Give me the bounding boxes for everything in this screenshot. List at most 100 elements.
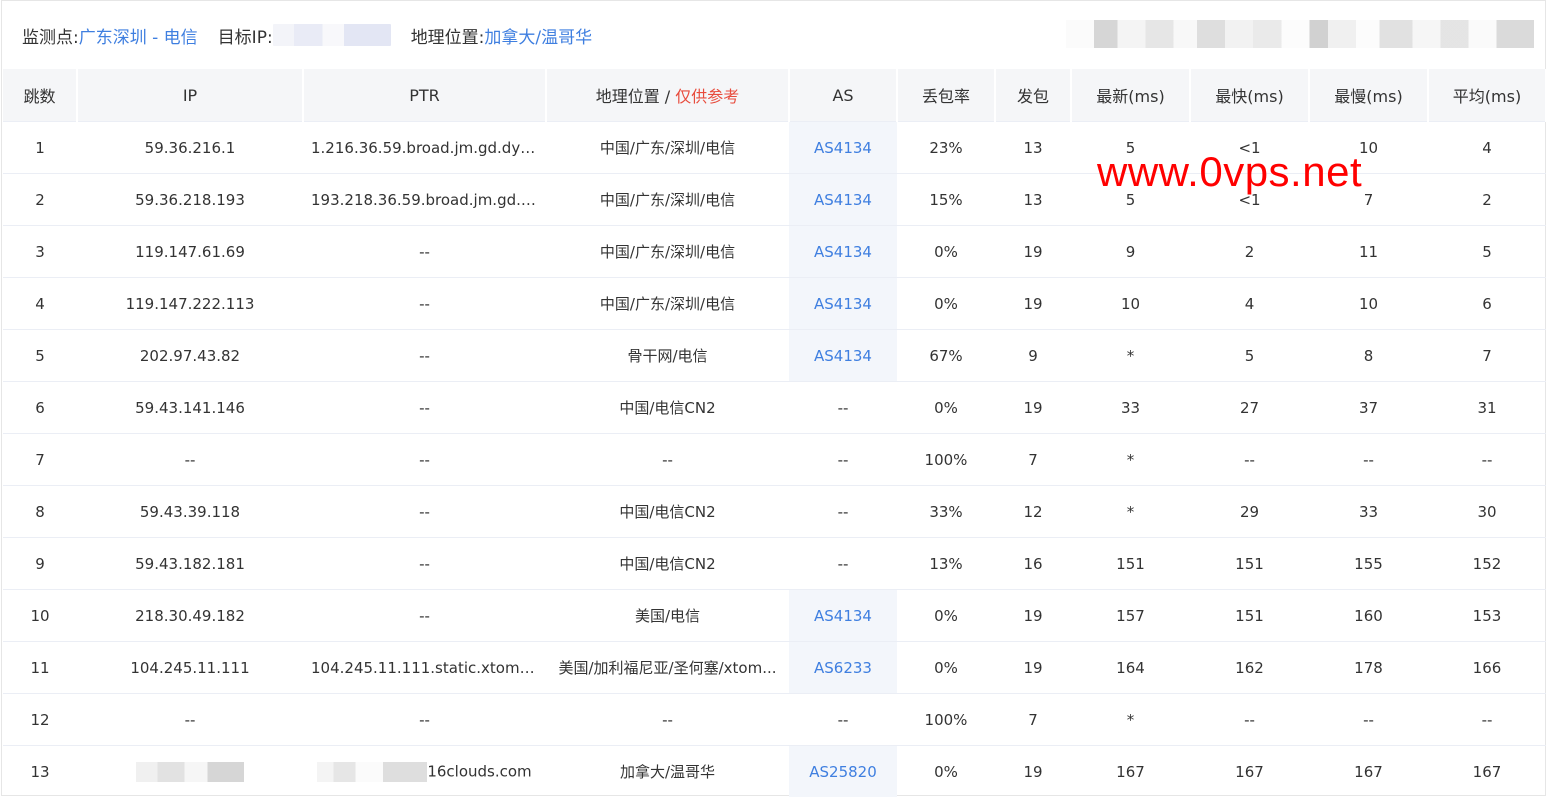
cell-as[interactable]: AS4134	[789, 225, 897, 278]
as-link[interactable]: AS4134	[814, 139, 872, 157]
table-row: 4 119.147.222.113 -- 中国/广东/深圳/电信 AS4134 0% 19 1…	[3, 277, 1546, 330]
col-geo-note: 仅供参考	[675, 87, 740, 106]
cell-as: --	[789, 693, 897, 746]
col-loss: 丢包率	[897, 69, 996, 122]
cell-best: --	[1190, 433, 1309, 486]
cell-avg: 153	[1428, 589, 1546, 642]
cell-avg: 30	[1428, 485, 1546, 538]
monitor-location-link[interactable]: 广东深圳 - 电信	[79, 23, 198, 48]
cell-last: 10	[1071, 277, 1190, 330]
cell-ptr: --	[303, 589, 546, 642]
cell-best: 2	[1190, 225, 1309, 278]
as-link[interactable]: AS6233	[814, 659, 872, 677]
cell-hop: 2	[3, 173, 77, 226]
cell-best: 151	[1190, 589, 1309, 642]
cell-sent: 19	[995, 277, 1071, 330]
cell-avg: --	[1428, 693, 1546, 746]
col-hop: 跳数	[3, 69, 78, 122]
cell-as[interactable]: AS4134	[789, 173, 897, 226]
cell-as[interactable]: AS4134	[789, 329, 897, 382]
cell-loss: 13%	[897, 537, 995, 590]
cell-worst: 178	[1309, 641, 1428, 694]
cell-ptr: 16clouds.com	[303, 745, 546, 797]
cell-best: 27	[1190, 381, 1309, 434]
col-as: AS	[789, 69, 898, 122]
cell-sent: 7	[995, 693, 1071, 746]
cell-avg: 5	[1428, 225, 1546, 278]
watermark: www.0vps.net	[1097, 148, 1363, 195]
cell-loss: 0%	[897, 225, 995, 278]
table-body: 1 59.36.216.1 1.216.36.59.broad.jm.gd.dyn.…	[3, 121, 1546, 797]
as-link[interactable]: AS4134	[814, 295, 872, 313]
cell-hop: 6	[3, 381, 77, 434]
col-avg: 平均(ms)	[1428, 69, 1547, 122]
as-link[interactable]: AS4134	[814, 191, 872, 209]
col-ip: IP	[77, 69, 304, 122]
cell-hop: 7	[3, 433, 77, 486]
cell-last: 151	[1071, 537, 1190, 590]
table-header-row: 跳数 IP PTR 地理位置 / 仅供参考 AS 丢包率 发包 最新(ms) 最…	[3, 69, 1547, 122]
cell-ptr: --	[303, 433, 546, 486]
cell-ptr: 1.216.36.59.broad.jm.gd.dyn...	[303, 121, 546, 174]
col-geo: 地理位置 / 仅供参考	[546, 69, 790, 122]
cell-geo: 中国/广东/深圳/电信	[546, 121, 789, 174]
as-link[interactable]: AS4134	[814, 243, 872, 261]
ptr-suffix: 16clouds.com	[427, 762, 532, 780]
cell-geo: 骨干网/电信	[546, 329, 789, 382]
probe-info-bar: 监测点: 广东深圳 - 电信 目标IP: 地理位置: 加拿大/温哥华	[22, 22, 592, 48]
cell-best: 5	[1190, 329, 1309, 382]
table-row: 5 202.97.43.82 -- 骨干网/电信 AS4134 67% 9 * 5 8 7	[3, 329, 1546, 382]
table-row: 8 59.43.39.118 -- 中国/电信CN2 -- 33% 12 * 29 33 30	[3, 485, 1546, 538]
cell-ip: 59.43.39.118	[77, 485, 303, 538]
cell-ip: 104.245.11.111	[77, 641, 303, 694]
cell-as[interactable]: AS6233	[789, 641, 897, 694]
cell-sent: 16	[995, 537, 1071, 590]
cell-sent: 19	[995, 745, 1071, 797]
as-link[interactable]: AS25820	[809, 763, 877, 781]
cell-sent: 13	[995, 121, 1071, 174]
cell-loss: 23%	[897, 121, 995, 174]
cell-hop: 5	[3, 329, 77, 382]
cell-geo: 中国/广东/深圳/电信	[546, 173, 789, 226]
geo-value-link[interactable]: 加拿大/温哥华	[484, 23, 592, 48]
as-link[interactable]: AS4134	[814, 607, 872, 625]
cell-geo: 中国/电信CN2	[546, 381, 789, 434]
cell-as[interactable]: AS25820	[789, 745, 897, 797]
cell-loss: 33%	[897, 485, 995, 538]
cell-hop: 4	[3, 277, 77, 330]
cell-hop: 11	[3, 641, 77, 694]
cell-as: --	[789, 537, 897, 590]
cell-ip: 59.36.216.1	[77, 121, 303, 174]
cell-ptr: --	[303, 381, 546, 434]
cell-as: --	[789, 485, 897, 538]
cell-sent: 19	[995, 589, 1071, 642]
as-link[interactable]: AS4134	[814, 347, 872, 365]
cell-avg: --	[1428, 433, 1546, 486]
cell-ptr: --	[303, 693, 546, 746]
cell-sent: 19	[995, 381, 1071, 434]
table-row: 11 104.245.11.111 104.245.11.111.static.xt…	[3, 641, 1546, 694]
cell-loss: 15%	[897, 173, 995, 226]
cell-loss: 0%	[897, 641, 995, 694]
cell-sent: 7	[995, 433, 1071, 486]
cell-as[interactable]: AS4134	[789, 121, 897, 174]
table-row: 10 218.30.49.182 -- 美国/电信 AS4134 0% 19 157 151 16…	[3, 589, 1546, 642]
ip-redacted	[136, 761, 244, 782]
cell-worst: --	[1309, 433, 1428, 486]
cell-geo: 美国/电信	[546, 589, 789, 642]
cell-ptr: --	[303, 537, 546, 590]
monitor-label: 监测点:	[22, 27, 79, 48]
cell-ptr: --	[303, 485, 546, 538]
cell-ptr: 193.218.36.59.broad.jm.gd.d...	[303, 173, 546, 226]
cell-ptr: --	[303, 277, 546, 330]
cell-best: --	[1190, 693, 1309, 746]
table-row: 6 59.43.141.146 -- 中国/电信CN2 -- 0% 19 33 27 37 31	[3, 381, 1546, 434]
cell-geo: 中国/电信CN2	[546, 537, 789, 590]
cell-as[interactable]: AS4134	[789, 589, 897, 642]
cell-best: 151	[1190, 537, 1309, 590]
geo-label: 地理位置:	[410, 27, 485, 48]
table-row: 9 59.43.182.181 -- 中国/电信CN2 -- 13% 16 151 151 155…	[3, 537, 1546, 590]
cell-sent: 19	[995, 225, 1071, 278]
cell-worst: 11	[1309, 225, 1428, 278]
cell-as[interactable]: AS4134	[789, 277, 897, 330]
